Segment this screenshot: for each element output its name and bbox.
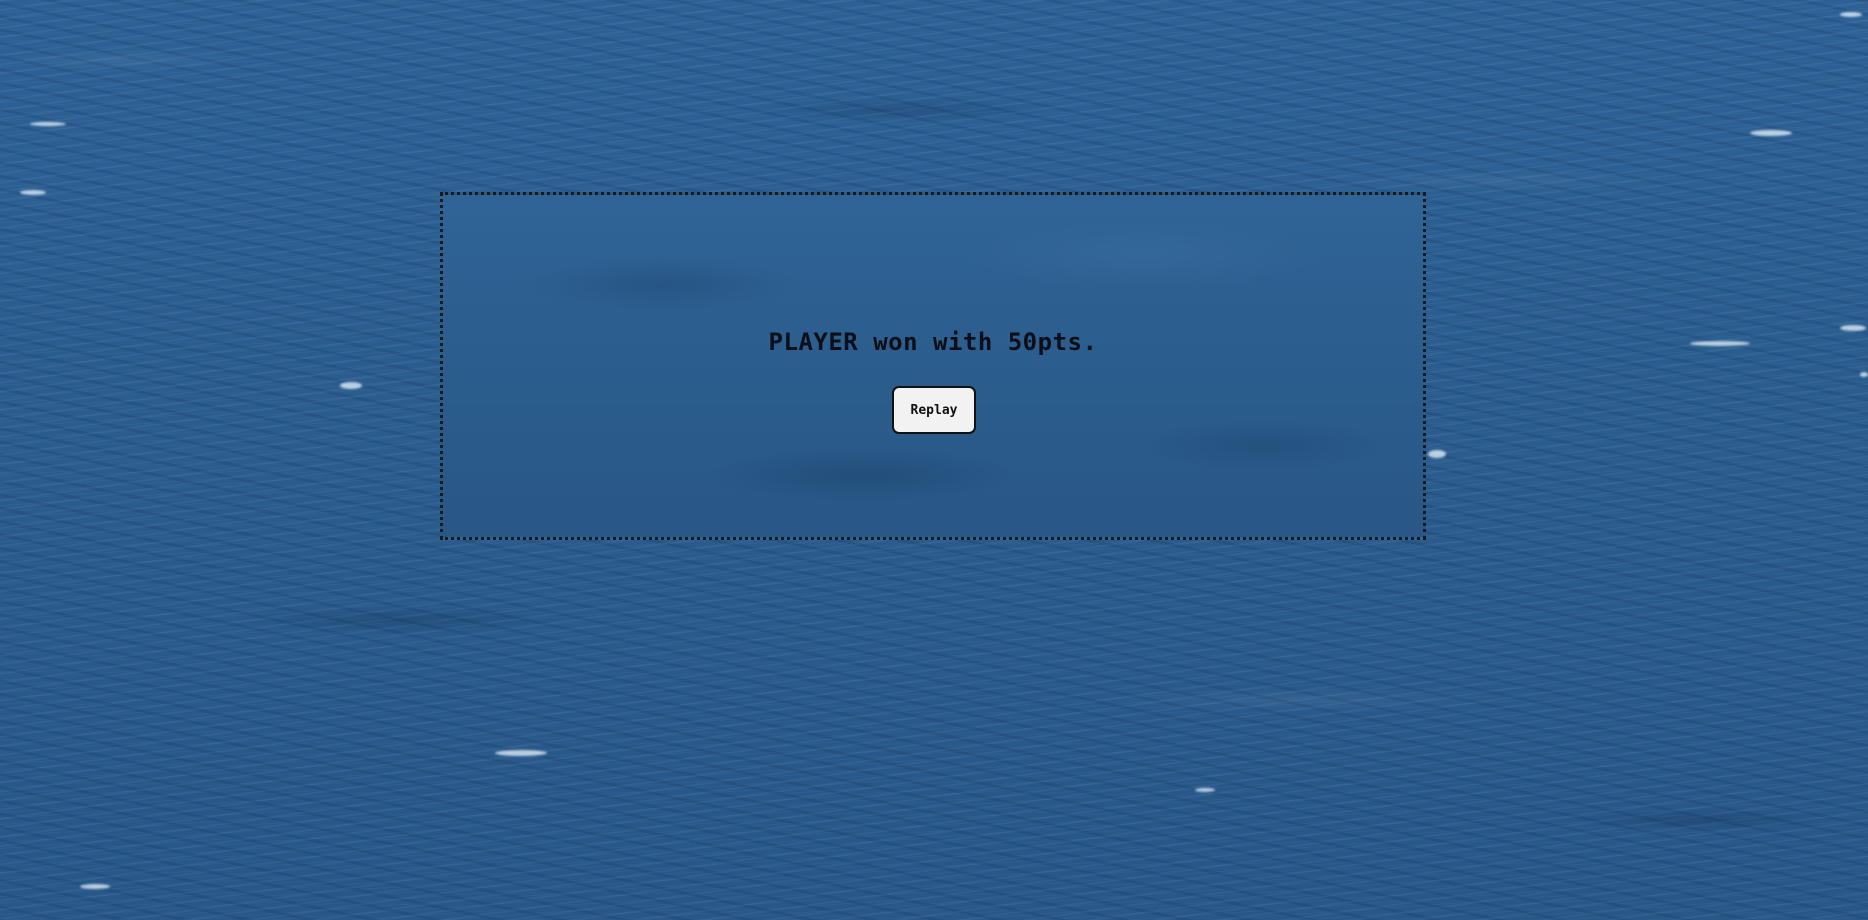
wave-foam: [1690, 341, 1750, 346]
wave-foam: [1840, 12, 1862, 17]
wave-foam: [1840, 325, 1866, 331]
wave-foam: [340, 382, 362, 389]
winner-message: PLAYER won with 50pts.: [768, 328, 1098, 356]
dialog-blur-backdrop: [443, 195, 1423, 537]
wave-foam: [495, 750, 547, 756]
wave-foam: [1860, 372, 1868, 377]
wave-foam: [30, 122, 66, 126]
wave-foam: [1195, 788, 1215, 792]
game-over-dialog: PLAYER won with 50pts. Replay: [440, 192, 1426, 540]
wave-foam: [1428, 450, 1446, 458]
wave-foam: [80, 884, 110, 889]
replay-button[interactable]: Replay: [892, 386, 976, 434]
wave-foam: [20, 190, 46, 195]
wave-foam: [1750, 130, 1792, 136]
